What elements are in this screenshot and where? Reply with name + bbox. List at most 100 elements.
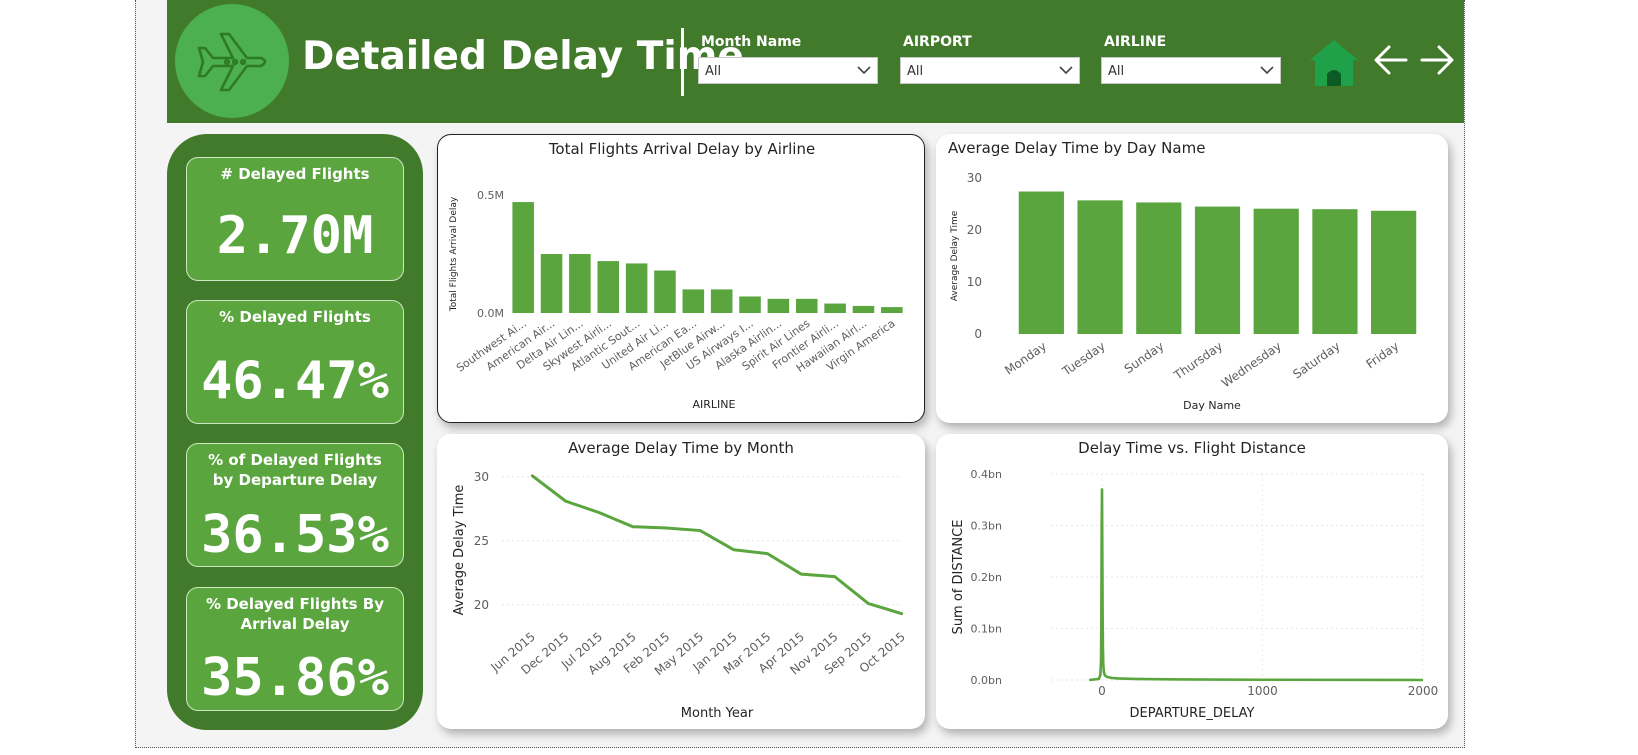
bar <box>881 307 903 313</box>
bar <box>654 270 676 313</box>
y-tick-label: 25 <box>474 534 489 548</box>
bar-chart-airline: Total Flights Arrival Delay by Airline To… <box>449 140 903 411</box>
kpi-value: 46.47% <box>201 351 389 411</box>
filter-airport: AIRPORT All <box>900 34 1080 84</box>
arrow-right-icon[interactable] <box>1419 44 1455 76</box>
bar <box>1194 206 1241 334</box>
x-tick-label: Saturday <box>1290 339 1342 381</box>
chart-card-delay-by-month[interactable]: Average Delay Time by Month Average Delay… <box>437 434 925 729</box>
dropdown-value: All <box>1108 64 1125 79</box>
bar <box>795 298 818 313</box>
chart-card-delay-by-day[interactable]: Average Delay Time by Day Name Average De… <box>936 134 1448 423</box>
data-point <box>766 552 769 555</box>
y-tick-label: 10 <box>967 275 982 289</box>
month-name-dropdown[interactable]: All <box>698 57 878 84</box>
home-icon[interactable] <box>1308 38 1360 88</box>
bar <box>739 296 761 313</box>
kpi-label: % Delayed Flights By Arrival Delay <box>205 595 385 633</box>
data-point <box>665 526 668 530</box>
bar <box>824 303 846 313</box>
data-point <box>598 511 601 514</box>
kpi-label: % of Delayed Flights by Departure Delay <box>208 451 382 489</box>
bar <box>1371 210 1417 334</box>
line-chart-distance: Delay Time vs. Flight Distance Sum of DIS… <box>951 439 1439 721</box>
airline-dropdown[interactable]: All <box>1101 57 1281 84</box>
bar <box>767 298 790 313</box>
bar <box>625 263 648 313</box>
arrow-left-icon[interactable] <box>1373 44 1409 76</box>
chart-card-arrival-delay-by-airline[interactable]: Total Flights Arrival Delay by Airline To… <box>437 134 925 423</box>
kpi-value: 36.53% <box>201 505 389 565</box>
chart-title: Average Delay Time by Day Name <box>948 139 1205 157</box>
y-tick-label: 0.5M <box>477 189 504 202</box>
x-tick-label: Sunday <box>1122 339 1167 376</box>
y-tick-label: 0.0bn <box>971 674 1002 687</box>
x-axis-title: DEPARTURE_DELAY <box>1129 706 1254 721</box>
y-tick-label: 20 <box>967 223 982 237</box>
x-tick-label: 0 <box>1098 684 1106 698</box>
chevron-down-icon <box>857 66 871 75</box>
bar <box>597 261 620 313</box>
series-line <box>1089 488 1424 682</box>
logo-badge <box>175 4 289 118</box>
bar <box>682 289 705 313</box>
filter-airline: AIRLINE All <box>1101 34 1281 84</box>
x-axis-title: Day Name <box>1183 399 1241 412</box>
data-point <box>867 602 870 605</box>
x-tick-label: 2000 <box>1408 684 1439 698</box>
y-axis-title: Average Delay Time <box>950 210 960 301</box>
bar <box>1136 202 1182 334</box>
y-axis-title: Total Flights Arrival Delay <box>449 196 459 312</box>
bar <box>1253 208 1299 334</box>
filter-month-name: Month Name All <box>698 34 878 84</box>
filter-label: AIRLINE <box>1104 34 1167 50</box>
kpi-panel: # Delayed Flights 2.70M % Delayed Flight… <box>167 134 423 730</box>
bar <box>710 289 733 313</box>
airplane-icon <box>197 32 267 92</box>
y-tick-label: 0.4bn <box>971 468 1002 481</box>
airport-dropdown[interactable]: All <box>900 57 1080 84</box>
header-divider <box>681 28 684 96</box>
data-point <box>833 575 836 578</box>
bar <box>1018 191 1064 334</box>
filter-label: Month Name <box>701 34 802 50</box>
data-point <box>799 572 803 576</box>
x-tick-label: Wednesday <box>1219 339 1284 390</box>
y-tick-label: 30 <box>474 470 489 484</box>
line-chart-month: Average Delay Time by Month Average Delay… <box>452 439 908 721</box>
data-point <box>900 612 904 615</box>
x-tick-label: Tuesday <box>1059 339 1108 379</box>
bar-chart-day: Average Delay Time by Day Name Average De… <box>948 139 1417 412</box>
chart-title: Total Flights Arrival Delay by Airline <box>548 140 815 158</box>
x-axis-title: Month Year <box>681 706 754 721</box>
data-point <box>530 474 534 477</box>
data-point <box>732 548 736 551</box>
bar <box>1077 200 1123 334</box>
y-tick-label: 0.3bn <box>971 520 1002 533</box>
data-point <box>564 499 567 503</box>
header-bar: Detailed Delay Time Month Name All AIRPO… <box>167 0 1464 123</box>
kpi-card-pct-delayed-flights: % Delayed Flights 46.47% <box>186 300 404 424</box>
chevron-down-icon <box>1260 66 1274 75</box>
kpi-card-delayed-flights: # Delayed Flights 2.70M <box>186 157 404 281</box>
dropdown-value: All <box>705 64 722 79</box>
bar <box>569 254 591 313</box>
kpi-label: % Delayed Flights <box>219 308 371 326</box>
series-line <box>531 474 903 616</box>
bar <box>540 254 563 313</box>
y-axis-title: Sum of DISTANCE <box>951 520 966 635</box>
y-axis-title: Average Delay Time <box>452 485 467 616</box>
chart-title: Delay Time vs. Flight Distance <box>1078 439 1306 457</box>
dropdown-value: All <box>907 64 924 79</box>
chart-title: Average Delay Time by Month <box>568 439 794 457</box>
filter-label: AIRPORT <box>903 34 972 50</box>
y-tick-label: 20 <box>474 598 489 612</box>
x-tick-label: Friday <box>1364 339 1402 371</box>
y-tick-label: 30 <box>967 171 982 185</box>
chart-card-delay-vs-distance[interactable]: Delay Time vs. Flight Distance Sum of DIS… <box>936 434 1448 729</box>
y-tick-label: 0.0M <box>477 307 504 320</box>
x-tick-label: Monday <box>1002 339 1049 378</box>
kpi-label: # Delayed Flights <box>220 165 370 183</box>
kpi-card-pct-arrival-delay: % Delayed Flights By Arrival Delay 35.86… <box>186 587 404 711</box>
kpi-value: 2.70M <box>216 206 374 266</box>
